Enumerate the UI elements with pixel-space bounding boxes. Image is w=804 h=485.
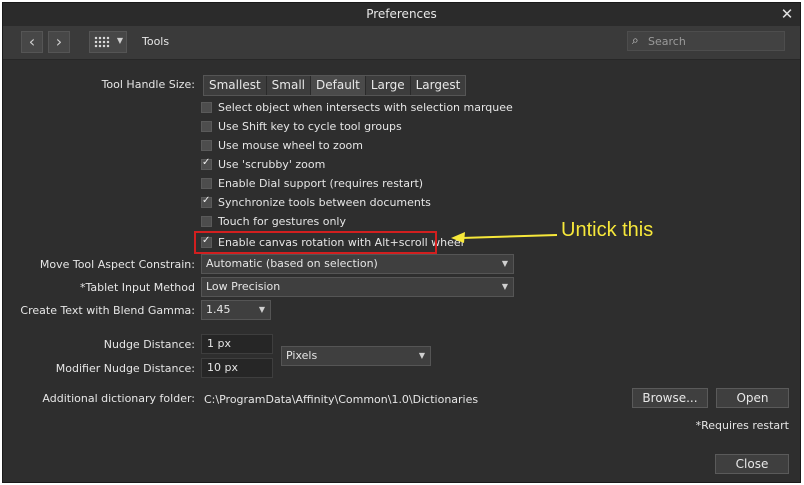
chevron-down-icon: ▼ — [258, 305, 265, 314]
search-box[interactable]: ⌕ — [627, 31, 785, 51]
dropdown-value: Pixels — [286, 349, 318, 362]
checkbox-label: Select object when intersects with selec… — [218, 100, 513, 114]
checkbox-row[interactable]: Synchronize tools between documents — [201, 194, 431, 210]
checkbox-label: Synchronize tools between documents — [218, 195, 431, 209]
handle-size-largest[interactable]: Largest — [411, 76, 466, 95]
tool-handle-size-label: Tool Handle Size: — [101, 78, 195, 91]
window-title: Preferences — [366, 7, 437, 21]
checkbox-row[interactable]: Use Shift key to cycle tool groups — [201, 118, 402, 134]
checkbox[interactable] — [201, 215, 212, 227]
checkbox-label: Use 'scrubby' zoom — [218, 157, 326, 171]
checkbox-row[interactable]: Select object when intersects with selec… — [201, 99, 513, 115]
annotation-highlight-box — [194, 231, 437, 254]
modifier-nudge-label: Modifier Nudge Distance: — [55, 362, 195, 375]
checkbox[interactable] — [201, 157, 212, 170]
annotation-arrow-icon — [451, 232, 558, 243]
checkbox-row[interactable]: Enable Dial support (requires restart) — [201, 175, 423, 191]
nudge-distance-label: Nudge Distance: — [103, 338, 195, 351]
handle-size-default[interactable]: Default — [311, 76, 366, 95]
grid-icon — [94, 36, 110, 48]
search-icon: ⌕ — [632, 33, 639, 47]
dictionary-path: C:\ProgramData\Affinity\Common\1.0\Dicti… — [204, 393, 479, 406]
dictionary-folder-label: Additional dictionary folder: — [42, 392, 195, 405]
tablet-input-label: *Tablet Input Method — [80, 281, 195, 294]
blend-gamma-dropdown[interactable]: 1.45 ▼ — [201, 300, 271, 320]
close-icon[interactable]: ✕ — [778, 3, 796, 26]
handle-size-small[interactable]: Small — [267, 76, 311, 95]
requires-restart-note: *Requires restart — [695, 419, 789, 432]
chevron-down-icon: ▼ — [116, 36, 123, 45]
preferences-window: Preferences ✕ ‹ › ▼ Tools ⌕ Tool Handle … — [2, 2, 801, 483]
open-button[interactable]: Open — [716, 388, 789, 408]
grid-menu-button[interactable]: ▼ — [89, 31, 127, 53]
move-tool-aspect-dropdown[interactable]: Automatic (based on selection) ▼ — [201, 254, 514, 274]
chevron-down-icon: ▼ — [501, 282, 508, 291]
checkbox-label: Touch for gestures only — [218, 214, 346, 228]
checkbox[interactable] — [201, 120, 212, 132]
toolbar: ‹ › ▼ Tools ⌕ — [3, 26, 800, 60]
chevron-right-icon: › — [55, 32, 63, 51]
checkbox-row[interactable]: Use 'scrubby' zoom — [201, 156, 325, 172]
modifier-nudge-field[interactable]: 10 px — [201, 358, 273, 378]
nudge-distance-field[interactable]: 1 px — [201, 334, 273, 354]
chevron-down-icon: ▼ — [418, 351, 425, 360]
back-button[interactable]: ‹ — [21, 31, 43, 53]
handle-size-smallest[interactable]: Smallest — [204, 76, 267, 95]
tool-handle-size-selector: Smallest Small Default Large Largest — [203, 75, 467, 96]
checkbox[interactable] — [201, 177, 212, 189]
blend-gamma-label: Create Text with Blend Gamma: — [20, 304, 195, 317]
search-input[interactable] — [648, 34, 778, 49]
units-dropdown[interactable]: Pixels ▼ — [281, 346, 431, 366]
checkbox-row[interactable]: Use mouse wheel to zoom — [201, 137, 363, 153]
annotation-text: Untick this — [561, 219, 654, 241]
dropdown-value: 1.45 — [206, 303, 231, 316]
title-bar: Preferences ✕ — [3, 3, 800, 26]
tablet-input-dropdown[interactable]: Low Precision ▼ — [201, 277, 514, 297]
checkbox[interactable] — [201, 139, 212, 151]
dropdown-value: Low Precision — [206, 280, 281, 293]
checkbox[interactable] — [201, 101, 212, 113]
handle-size-large[interactable]: Large — [366, 76, 411, 95]
browse-button[interactable]: Browse... — [632, 388, 708, 408]
checkbox-row[interactable]: Touch for gestures only — [201, 213, 346, 229]
chevron-left-icon: ‹ — [28, 32, 36, 51]
checkbox[interactable] — [201, 195, 212, 208]
breadcrumb: Tools — [142, 35, 170, 48]
dropdown-value: Automatic (based on selection) — [206, 257, 378, 270]
close-button[interactable]: Close — [715, 454, 789, 474]
checkbox-label: Enable Dial support (requires restart) — [218, 176, 424, 190]
forward-button[interactable]: › — [48, 31, 70, 53]
move-tool-aspect-label: Move Tool Aspect Constrain: — [39, 258, 195, 271]
checkbox-label: Use mouse wheel to zoom — [218, 138, 364, 152]
chevron-down-icon: ▼ — [501, 259, 508, 268]
checkbox-label: Use Shift key to cycle tool groups — [218, 119, 402, 133]
